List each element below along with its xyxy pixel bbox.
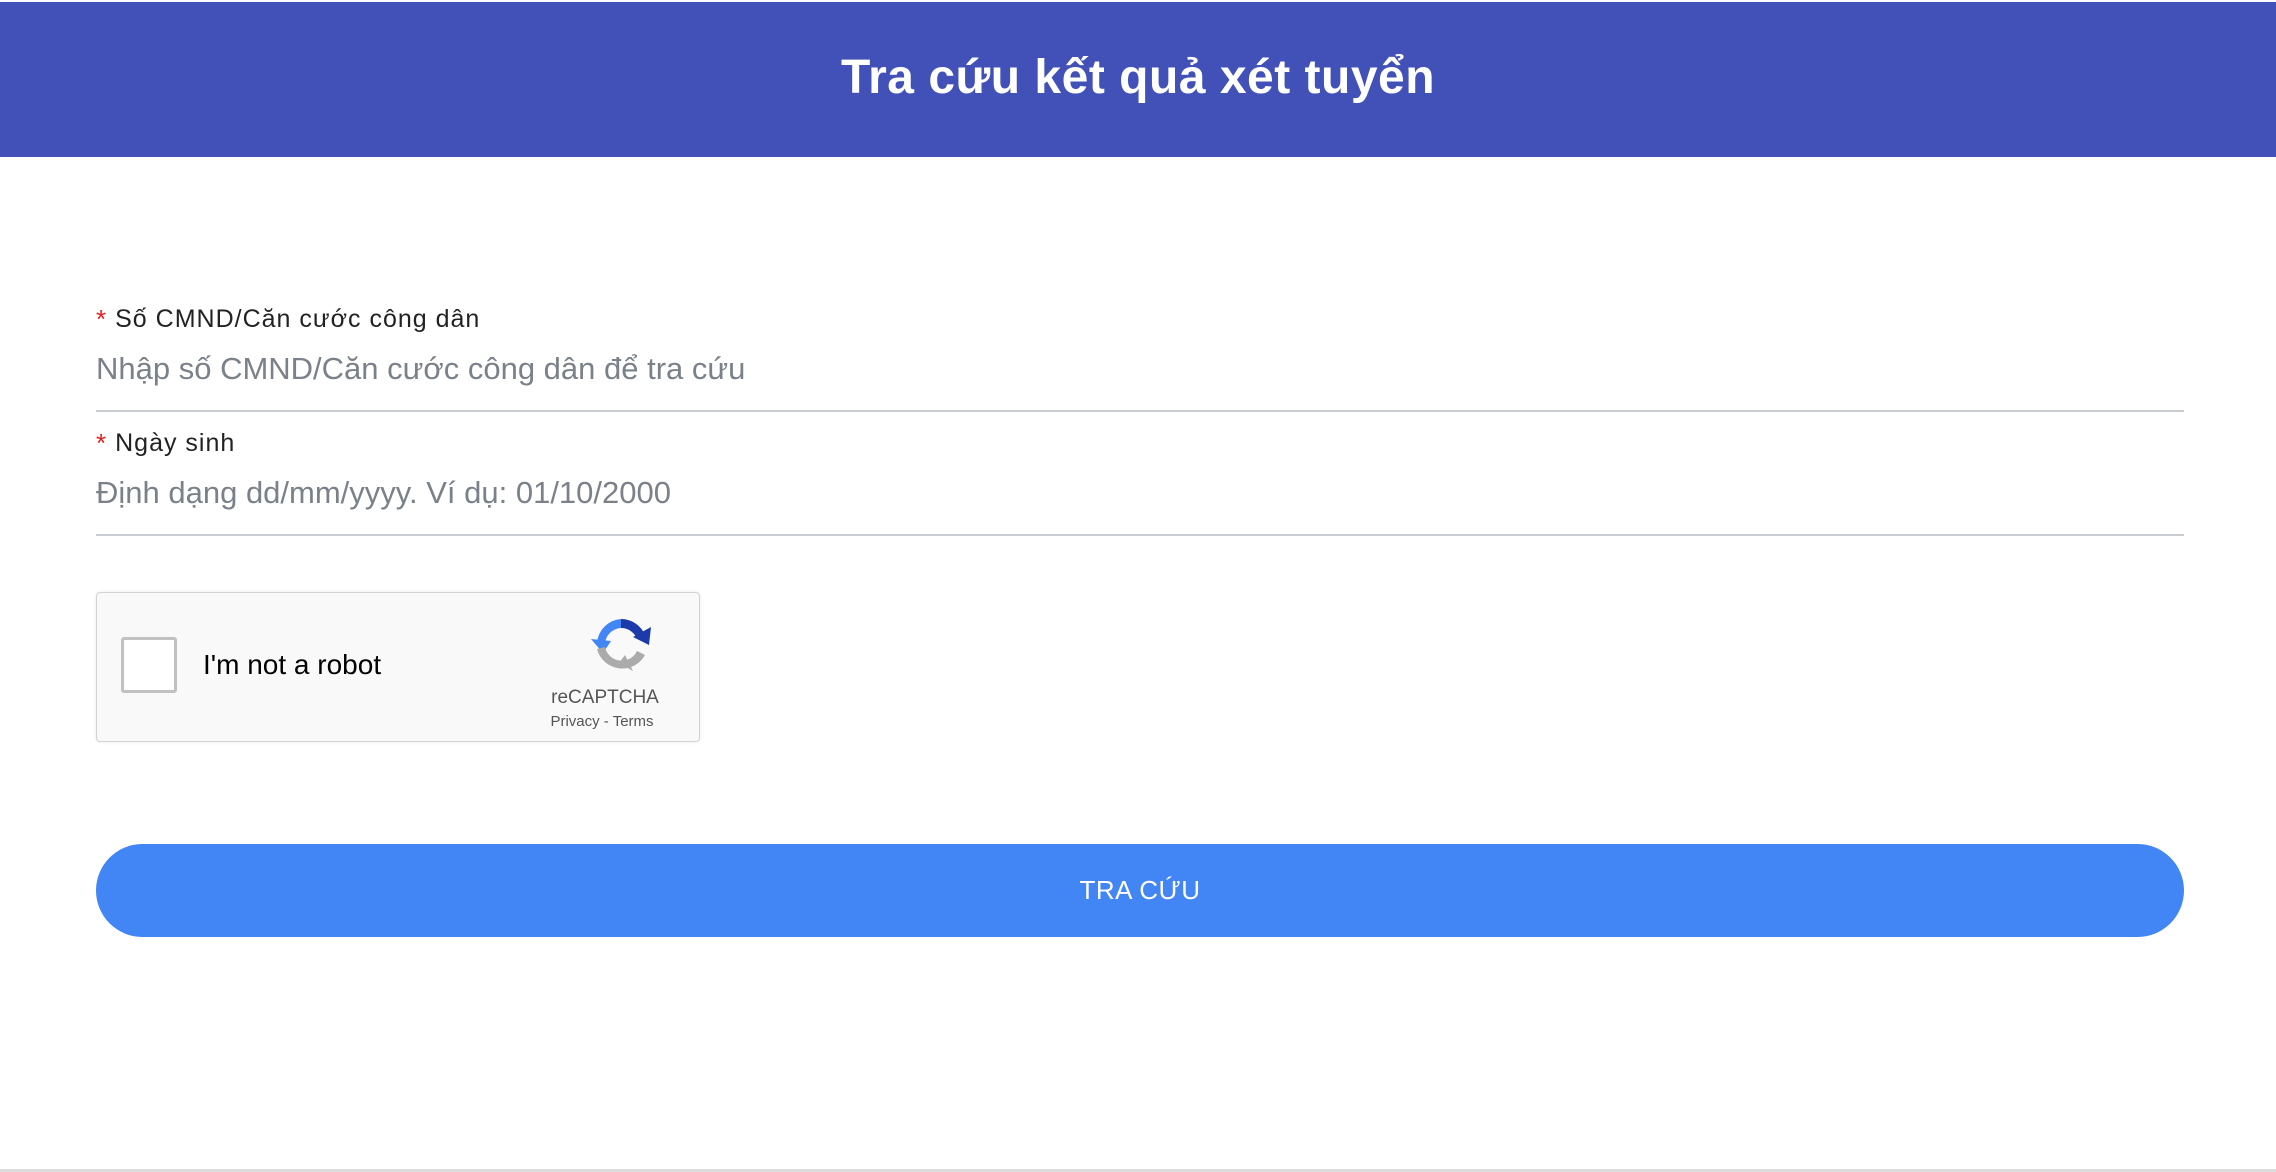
recaptcha-separator: - [603, 713, 609, 730]
page-title: Tra cứu kết quả xét tuyển [840, 51, 1436, 104]
recaptcha-brand-text: reCAPTCHA [551, 687, 659, 708]
recaptcha-checkbox[interactable] [121, 637, 177, 693]
lookup-form: * Số CMND/Căn cước công dân * Ngày sinh [96, 300, 2184, 536]
recaptcha-label: I'm not a robot [203, 649, 382, 680]
date-of-birth-field: * Ngày sinh [96, 424, 2184, 536]
recaptcha-terms-link[interactable]: Terms [613, 713, 654, 730]
header-bar: Tra cứu kết quả xét tuyển [0, 2, 2276, 157]
id-number-label-text: Số CMND/Căn cước công dân [115, 304, 481, 333]
id-number-field: * Số CMND/Căn cước công dân [96, 300, 2184, 412]
date-of-birth-input[interactable] [96, 462, 2184, 536]
lookup-button[interactable]: TRA CỨU [96, 844, 2184, 937]
id-number-label: * Số CMND/Căn cước công dân [96, 300, 2184, 338]
required-mark: * [96, 303, 108, 334]
recaptcha-privacy-link[interactable]: Privacy [550, 713, 599, 730]
date-of-birth-label-text: Ngày sinh [115, 428, 236, 457]
id-number-input[interactable] [96, 338, 2184, 412]
page: Tra cứu kết quả xét tuyển * Số CMND/Căn … [0, 0, 2276, 1172]
date-of-birth-label: * Ngày sinh [96, 424, 2184, 462]
recaptcha-widget: I'm not a robot reCAPTCHA Privacy - Term… [96, 592, 700, 742]
recaptcha-links: Privacy - Terms [527, 713, 677, 730]
recaptcha-logo-icon [591, 619, 651, 671]
required-mark: * [96, 427, 108, 458]
